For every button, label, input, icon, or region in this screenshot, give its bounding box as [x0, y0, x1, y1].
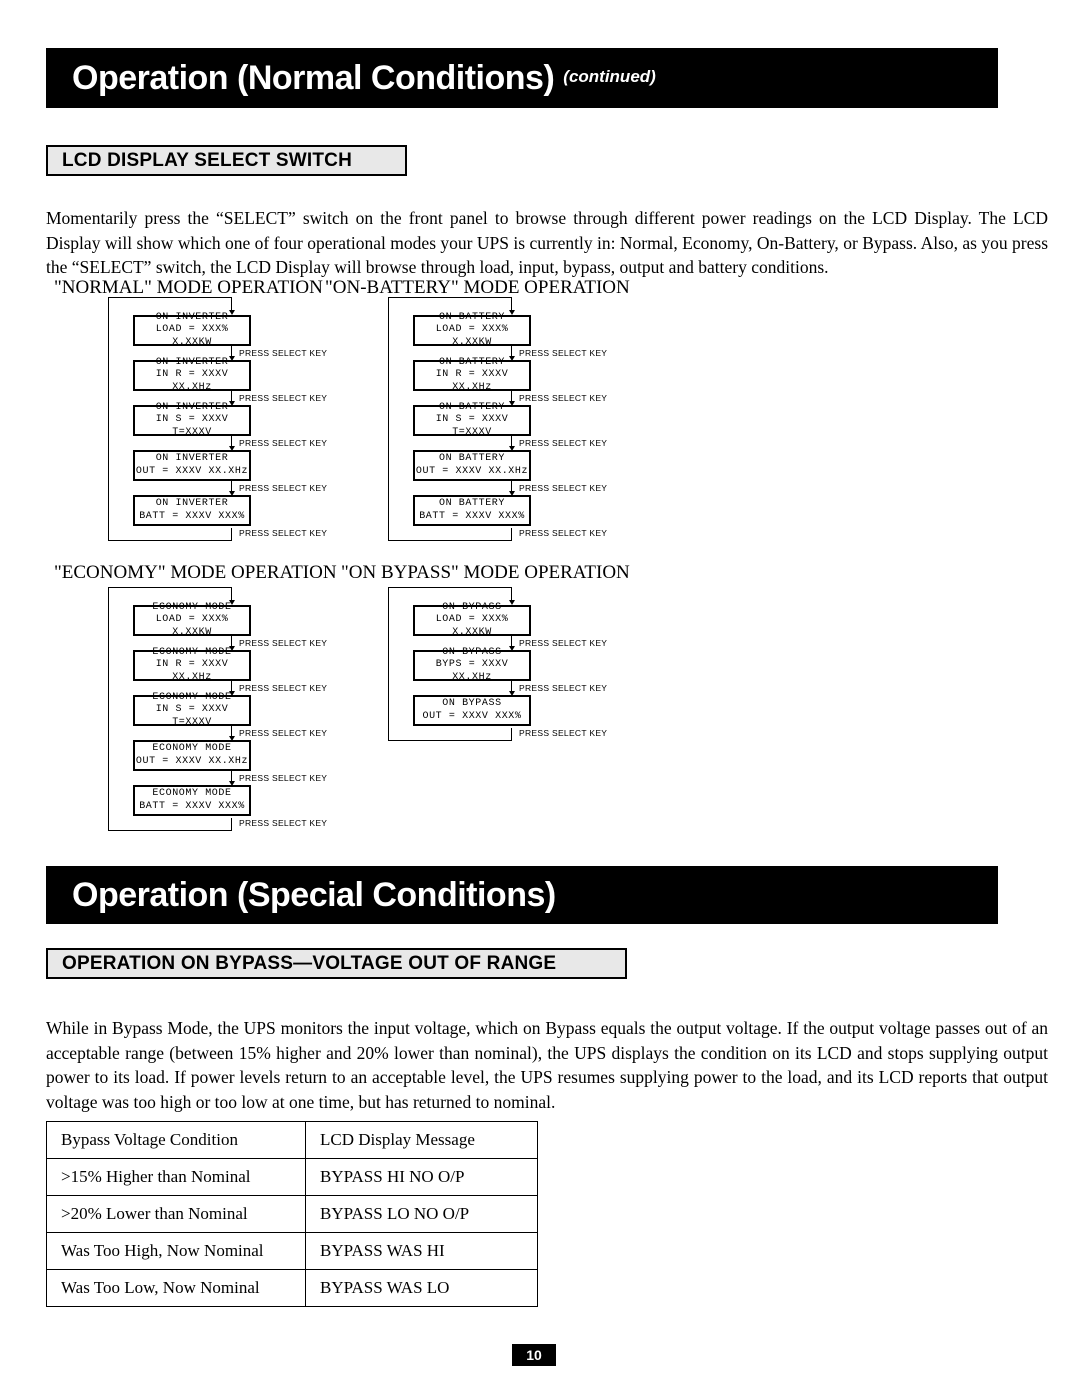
press-select-key-label: PRESS SELECT KEY: [239, 348, 328, 358]
banner-title: Operation (Normal Conditions): [72, 58, 555, 97]
paragraph-bypass-voltage-out-of-range: While in Bypass Mode, the UPS monitors t…: [46, 1018, 1048, 1112]
diagram-label-economy-mode: "ECONOMY" MODE OPERATION: [54, 562, 337, 583]
press-select-key-label: PRESS SELECT KEY: [239, 638, 328, 648]
section-banner-normal-conditions: Operation (Normal Conditions) (continued…: [46, 48, 998, 108]
lcd-screen: ECONOMY MODE OUT = XXXV XX.XHz: [133, 740, 251, 771]
table-cell-condition: Was Too High, Now Nominal: [46, 1232, 306, 1270]
subheading-lcd-display-select-switch: LCD DISPLAY SELECT SWITCH: [46, 145, 407, 176]
table-row: Was Too Low, Now Nominal BYPASS WAS LO: [46, 1269, 538, 1307]
flow-diagram-economy-mode: ECONOMY MODE LOAD = XXX% X.XXKW PRESS SE…: [108, 587, 368, 842]
lcd-screen: ON INVERTER OUT = XXXV XX.XHz: [133, 450, 251, 481]
table-cell-condition: >20% Lower than Nominal: [46, 1195, 306, 1233]
press-select-key-label: PRESS SELECT KEY: [519, 348, 608, 358]
diagram-label-on-battery-mode: "ON-BATTERY" MODE OPERATION: [325, 277, 630, 298]
lcd-screen: ON BYPASS OUT = XXXV XXX%: [413, 695, 531, 726]
banner-continued-label: (continued): [563, 66, 656, 86]
lcd-screen: ON BATTERY IN R = XXXV XX.XHz: [413, 357, 531, 393]
press-select-key-label: PRESS SELECT KEY: [519, 728, 608, 738]
press-select-key-label: PRESS SELECT KEY: [519, 528, 608, 538]
subheading-label: OPERATION ON BYPASS—VOLTAGE OUT OF RANGE: [62, 952, 557, 974]
table-row: >15% Higher than Nominal BYPASS HI NO O/…: [46, 1158, 538, 1196]
table-cell-condition: Was Too Low, Now Nominal: [46, 1269, 306, 1307]
table-header-cell: LCD Display Message: [305, 1121, 538, 1159]
diagram-label-normal-mode: "NORMAL" MODE OPERATION: [54, 277, 323, 298]
table-row: >20% Lower than Nominal BYPASS LO NO O/P: [46, 1195, 538, 1233]
flow-diagram-normal-mode: ON INVERTER LOAD = XXX% X.XXKW PRESS SEL…: [108, 297, 368, 552]
section-banner-special-conditions: Operation (Special Conditions): [46, 866, 998, 924]
lcd-screen: ON INVERTER IN S = XXXV T=XXXV: [133, 402, 251, 438]
press-select-key-label: PRESS SELECT KEY: [239, 528, 328, 538]
press-select-key-label: PRESS SELECT KEY: [519, 683, 608, 693]
paragraph-lcd-display-select-switch: Momentarily press the “SELECT” switch on…: [46, 208, 1048, 277]
lcd-screen: ECONOMY MODE LOAD = XXX% X.XXKW: [133, 602, 251, 638]
lcd-screen: ON INVERTER BATT = XXXV XXX%: [133, 495, 251, 526]
flow-diagram-on-bypass-mode: ON BYPASS LOAD = XXX% X.XXKW PRESS SELEC…: [388, 587, 648, 752]
table-row: Was Too High, Now Nominal BYPASS WAS HI: [46, 1232, 538, 1270]
table-header-cell: Bypass Voltage Condition: [46, 1121, 306, 1159]
lcd-screen: ON INVERTER LOAD = XXX% X.XXKW: [133, 312, 251, 348]
document-page: Operation (Normal Conditions) (continued…: [0, 0, 1080, 1397]
lcd-screen: ON INVERTER IN R = XXXV XX.XHz: [133, 357, 251, 393]
press-select-key-label: PRESS SELECT KEY: [519, 638, 608, 648]
banner-title: Operation (Special Conditions): [72, 875, 556, 914]
lcd-screen: ON BYPASS BYPS = XXXV XX.XHz: [413, 647, 531, 683]
lcd-screen: ECONOMY MODE IN R = XXXV XX.XHz: [133, 647, 251, 683]
press-select-key-label: PRESS SELECT KEY: [239, 683, 328, 693]
lcd-screen: ECONOMY MODE BATT = XXXV XXX%: [133, 785, 251, 816]
lcd-screen: ON BATTERY LOAD = XXX% X.XXKW: [413, 312, 531, 348]
subheading-label: LCD DISPLAY SELECT SWITCH: [62, 149, 353, 171]
table-header-row: Bypass Voltage Condition LCD Display Mes…: [46, 1121, 538, 1159]
press-select-key-label: PRESS SELECT KEY: [239, 728, 328, 738]
lcd-screen: ON BATTERY OUT = XXXV XX.XHz: [413, 450, 531, 481]
press-select-key-label: PRESS SELECT KEY: [239, 393, 328, 403]
table-cell-message: BYPASS WAS HI: [305, 1232, 538, 1270]
press-select-key-label: PRESS SELECT KEY: [239, 818, 328, 828]
page-number-badge: 10: [512, 1344, 556, 1366]
press-select-key-label: PRESS SELECT KEY: [519, 483, 608, 493]
lcd-screen: ECONOMY MODE IN S = XXXV T=XXXV: [133, 692, 251, 728]
subheading-operation-on-bypass-voltage-out-of-range: OPERATION ON BYPASS—VOLTAGE OUT OF RANGE: [46, 948, 627, 979]
lcd-screen: ON BATTERY BATT = XXXV XXX%: [413, 495, 531, 526]
lcd-screen: ON BATTERY IN S = XXXV T=XXXV: [413, 402, 531, 438]
press-select-key-label: PRESS SELECT KEY: [239, 438, 328, 448]
table-cell-condition: >15% Higher than Nominal: [46, 1158, 306, 1196]
table-cell-message: BYPASS HI NO O/P: [305, 1158, 538, 1196]
table-cell-message: BYPASS WAS LO: [305, 1269, 538, 1307]
press-select-key-label: PRESS SELECT KEY: [519, 438, 608, 448]
flow-diagram-on-battery-mode: ON BATTERY LOAD = XXX% X.XXKW PRESS SELE…: [388, 297, 648, 552]
table-cell-message: BYPASS LO NO O/P: [305, 1195, 538, 1233]
press-select-key-label: PRESS SELECT KEY: [519, 393, 608, 403]
lcd-screen: ON BYPASS LOAD = XXX% X.XXKW: [413, 602, 531, 638]
diagram-label-on-bypass-mode: "ON BYPASS" MODE OPERATION: [341, 562, 630, 583]
press-select-key-label: PRESS SELECT KEY: [239, 773, 328, 783]
bypass-voltage-condition-table: Bypass Voltage Condition LCD Display Mes…: [46, 1121, 538, 1307]
press-select-key-label: PRESS SELECT KEY: [239, 483, 328, 493]
